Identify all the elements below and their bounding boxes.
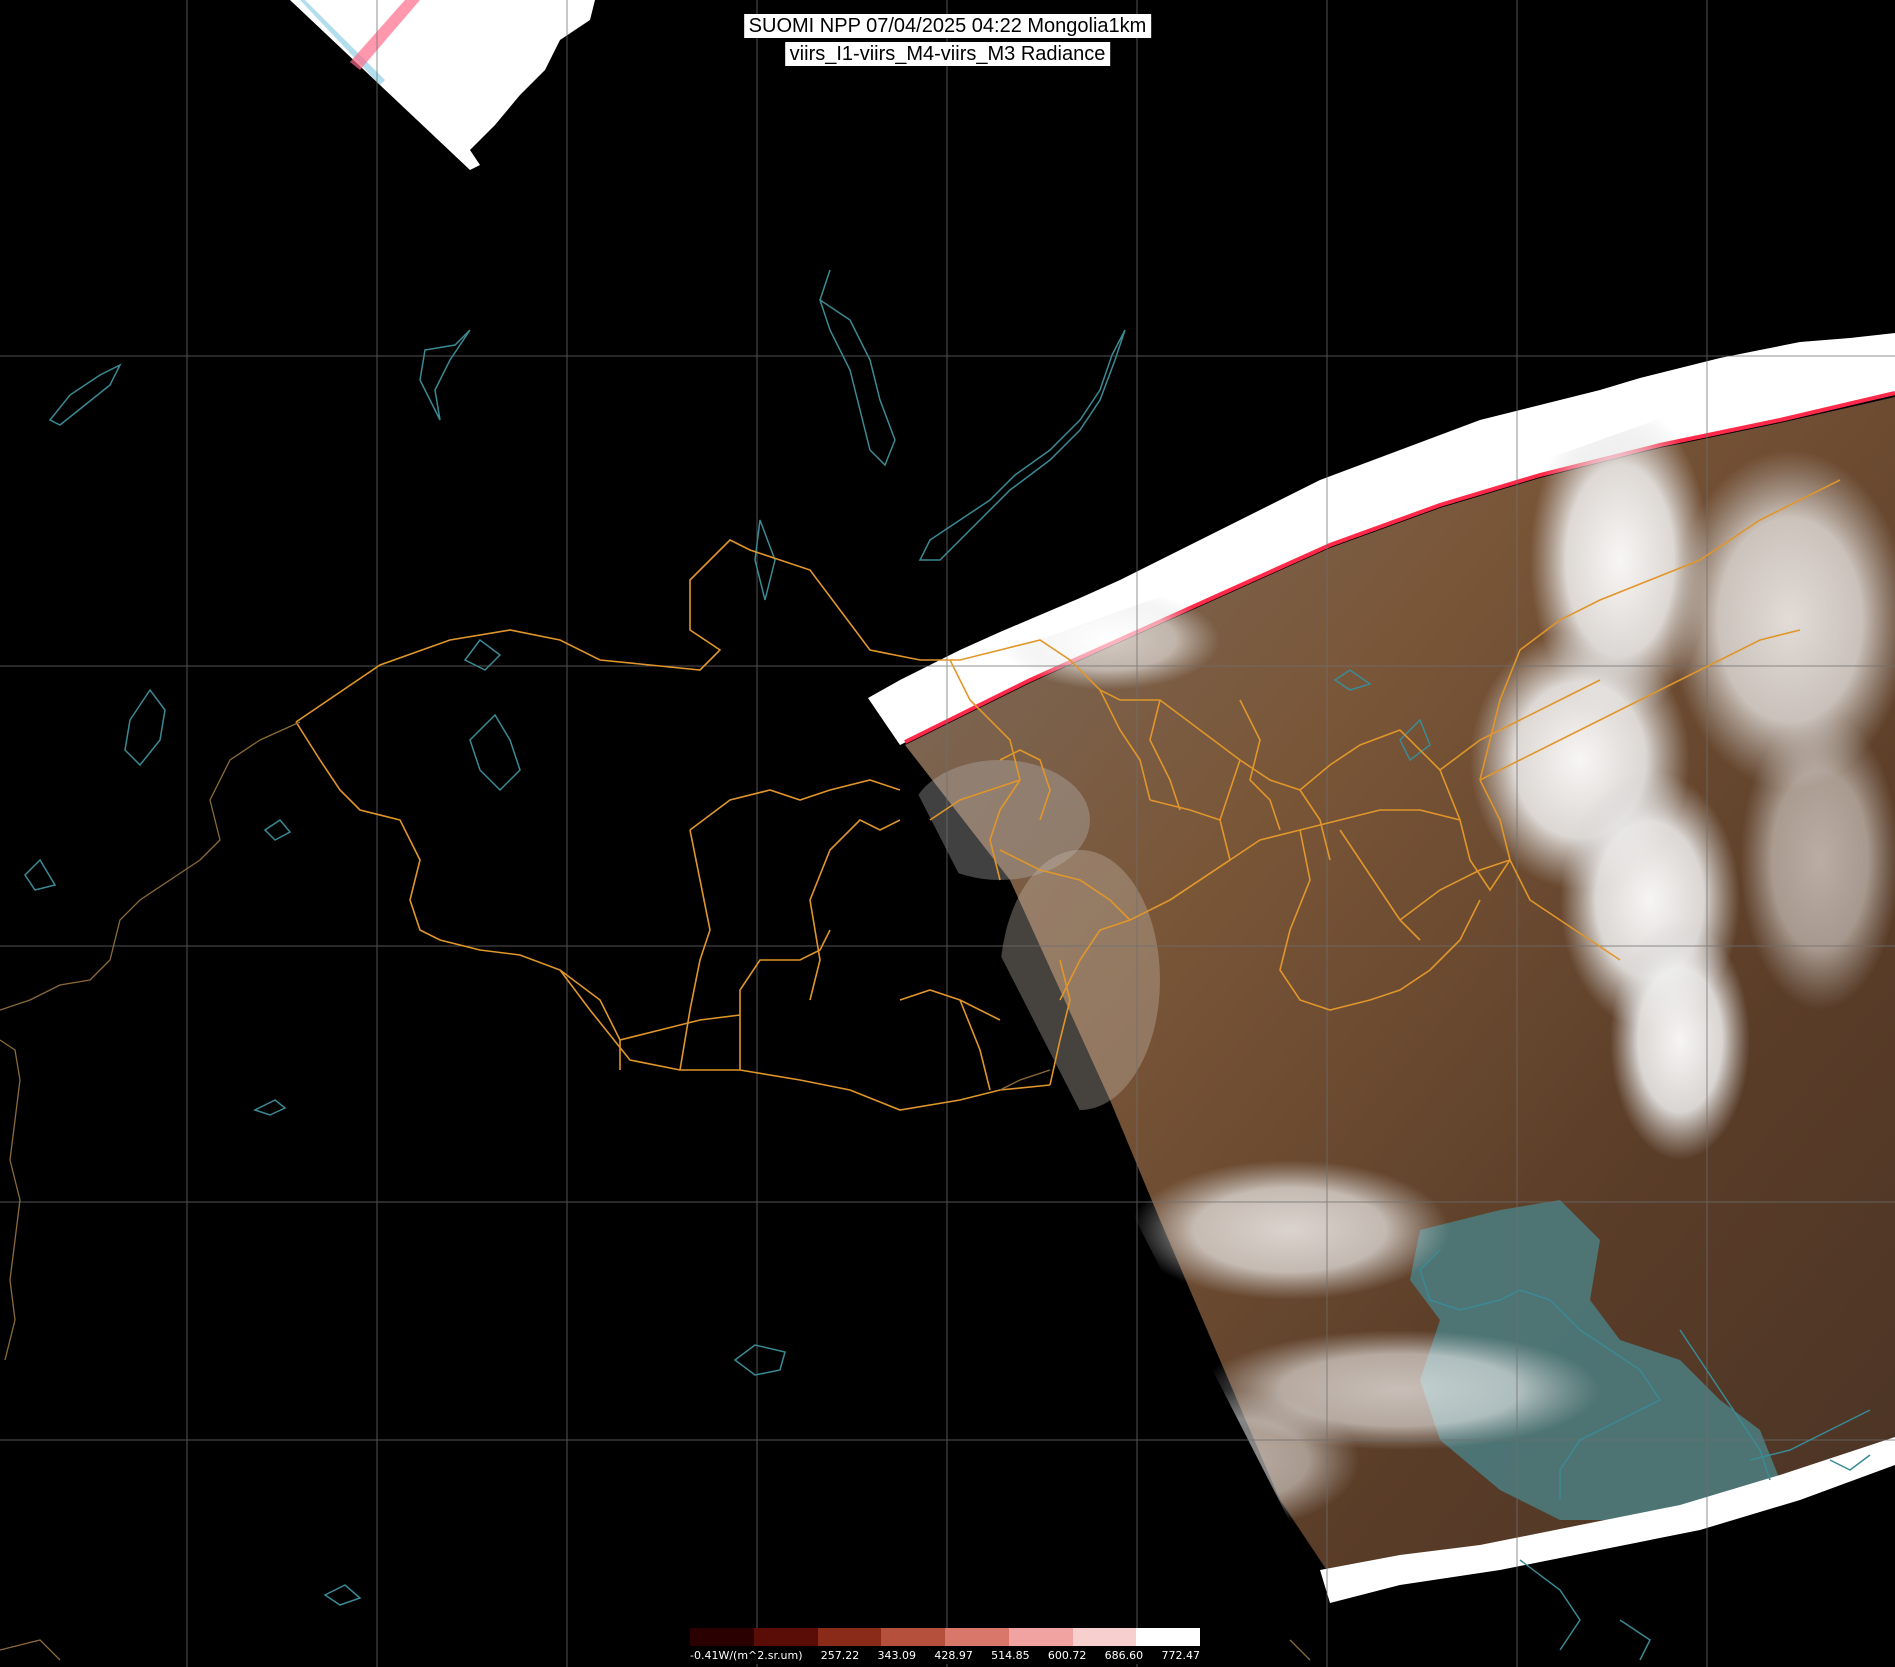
colorbar-segment <box>753 1628 818 1646</box>
colorbar-tick-label: 686.60 <box>1104 1648 1144 1662</box>
colorbar-segment <box>817 1628 882 1646</box>
colorbar-ramp <box>690 1628 1200 1646</box>
colorbar-segment <box>690 1628 754 1646</box>
colorbar-tick-label: 514.85 <box>991 1648 1030 1662</box>
colorbar-segment <box>945 1628 1009 1646</box>
colorbar-tick-label: 343.09 <box>877 1648 917 1662</box>
map-title-line2: viirs_I1-viirs_M4-viirs_M3 Radiance <box>784 42 1111 66</box>
map-title-line1: SUOMI NPP 07/04/2025 04:22 Mongolia1km <box>743 14 1152 38</box>
colorbar-tick-label: 428.97 <box>934 1648 973 1662</box>
colorbar-ticks: -0.41W/(m^2.sr.um) 257.22 343.09 428.97 514.… <box>690 1646 1200 1664</box>
colorbar-tick-label: 257.22 <box>820 1648 860 1662</box>
colorbar-segment <box>1136 1628 1200 1646</box>
colorbar-tick-label: -0.41W/(m^2.sr.um) <box>690 1648 803 1662</box>
colorbar-tick-label: 600.72 <box>1047 1648 1087 1662</box>
satellite-map <box>0 0 1895 1667</box>
colorbar-tick-label: 772.47 <box>1161 1648 1200 1662</box>
colorbar-segment <box>881 1628 945 1646</box>
colorbar-segment <box>1008 1628 1073 1646</box>
colorbar-legend: -0.41W/(m^2.sr.um) 257.22 343.09 428.97 514.… <box>690 1628 1200 1664</box>
colorbar-segment <box>1072 1628 1137 1646</box>
